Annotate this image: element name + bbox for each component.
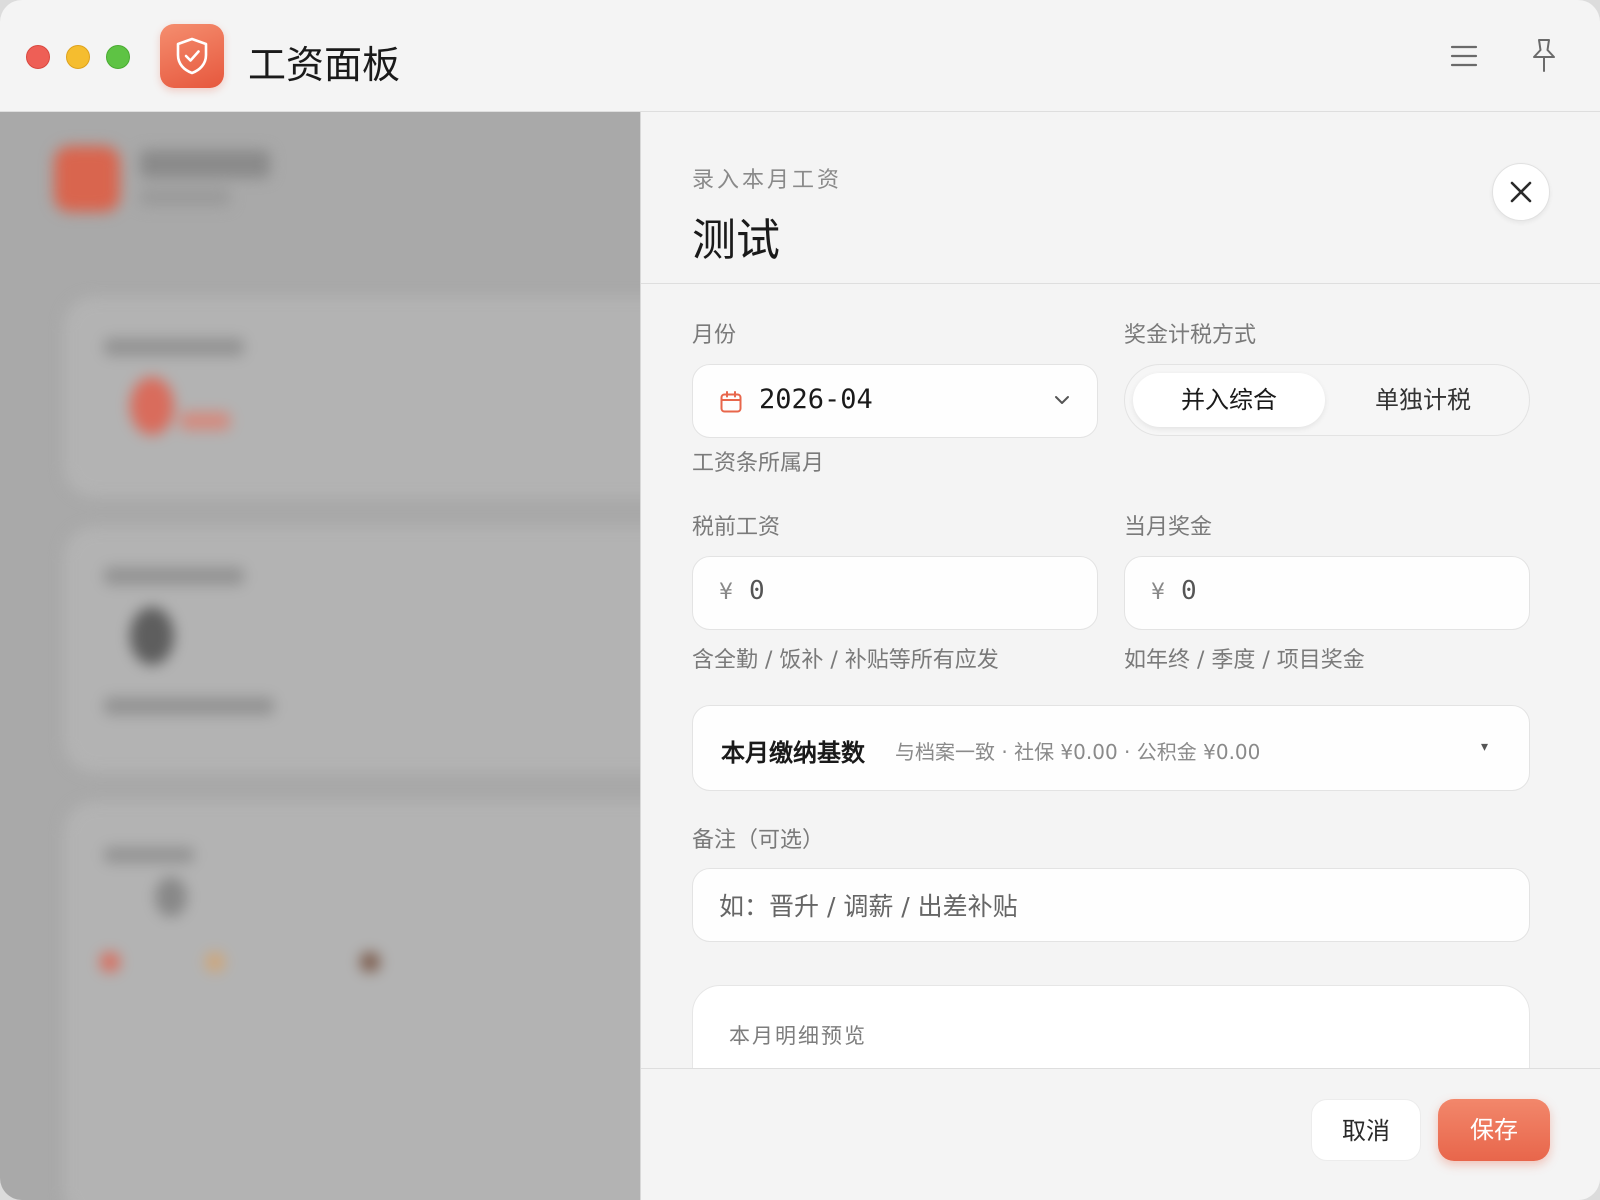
salary-hint: 含全勤 / 饭补 / 补贴等所有应发	[692, 648, 999, 673]
salary-label: 税前工资	[692, 515, 781, 540]
month-picker[interactable]: 2026-04	[692, 364, 1098, 438]
window-zoom-button[interactable]	[106, 45, 130, 69]
close-button[interactable]	[1492, 163, 1550, 221]
hamburger-menu-icon[interactable]	[1448, 40, 1480, 72]
currency-symbol: ¥	[1151, 580, 1165, 605]
blurred-background	[0, 112, 640, 1200]
preview-title: 本月明细预览	[729, 1024, 867, 1048]
save-button[interactable]: 保存	[1438, 1099, 1550, 1161]
drawer-header: 录入本月工资 测试	[641, 112, 1600, 284]
close-icon	[1510, 181, 1532, 203]
currency-symbol: ¥	[719, 580, 733, 605]
chevron-down-icon	[1055, 396, 1069, 404]
bonus-input[interactable]: ¥ 0	[1124, 556, 1530, 630]
drawer-eyebrow: 录入本月工资	[692, 168, 843, 193]
app-window: 工资面板 录入本月工资 测试 月份 2026-04 工资条所属月 奖金计税方式 …	[0, 0, 1600, 1200]
window-close-button[interactable]	[26, 45, 50, 69]
pin-icon[interactable]	[1528, 36, 1560, 76]
contribution-base-description: 与档案一致 · 社保 ¥0.00 · 公积金 ¥0.00	[895, 740, 1261, 764]
window-minimize-button[interactable]	[66, 45, 90, 69]
shield-check-icon	[160, 24, 224, 88]
bonus-tax-option-separate[interactable]: 单独计税	[1325, 373, 1521, 427]
title-bar: 工资面板	[0, 0, 1600, 112]
note-input[interactable]	[719, 885, 1499, 927]
contribution-base-title: 本月缴纳基数	[721, 739, 865, 767]
contribution-base-dropdown[interactable]: 本月缴纳基数 与档案一致 · 社保 ¥0.00 · 公积金 ¥0.00 ▾	[692, 705, 1530, 791]
note-field	[692, 868, 1530, 942]
bonus-hint: 如年终 / 季度 / 项目奖金	[1124, 648, 1365, 673]
salary-value: 0	[749, 576, 765, 606]
calendar-icon	[720, 391, 742, 413]
bonus-value: 0	[1181, 576, 1197, 606]
drawer-footer: 取消 保存	[641, 1068, 1600, 1200]
salary-input[interactable]: ¥ 0	[692, 556, 1098, 630]
month-value: 2026-04	[759, 384, 873, 415]
bonus-tax-label: 奖金计税方式	[1124, 323, 1257, 348]
month-hint: 工资条所属月	[692, 451, 825, 476]
salary-entry-drawer: 录入本月工资 测试 月份 2026-04 工资条所属月 奖金计税方式 并入综合 …	[640, 112, 1600, 1200]
bonus-tax-segmented-control: 并入综合 单独计税	[1124, 364, 1530, 436]
caret-down-icon: ▾	[1481, 739, 1489, 755]
app-title: 工资面板	[248, 43, 401, 87]
cancel-button[interactable]: 取消	[1311, 1099, 1421, 1161]
month-label: 月份	[692, 323, 737, 348]
note-label: 备注（可选）	[692, 828, 825, 853]
bonus-label: 当月奖金	[1124, 515, 1213, 540]
bonus-tax-option-combined[interactable]: 并入综合	[1133, 373, 1325, 427]
drawer-title: 测试	[692, 215, 780, 266]
